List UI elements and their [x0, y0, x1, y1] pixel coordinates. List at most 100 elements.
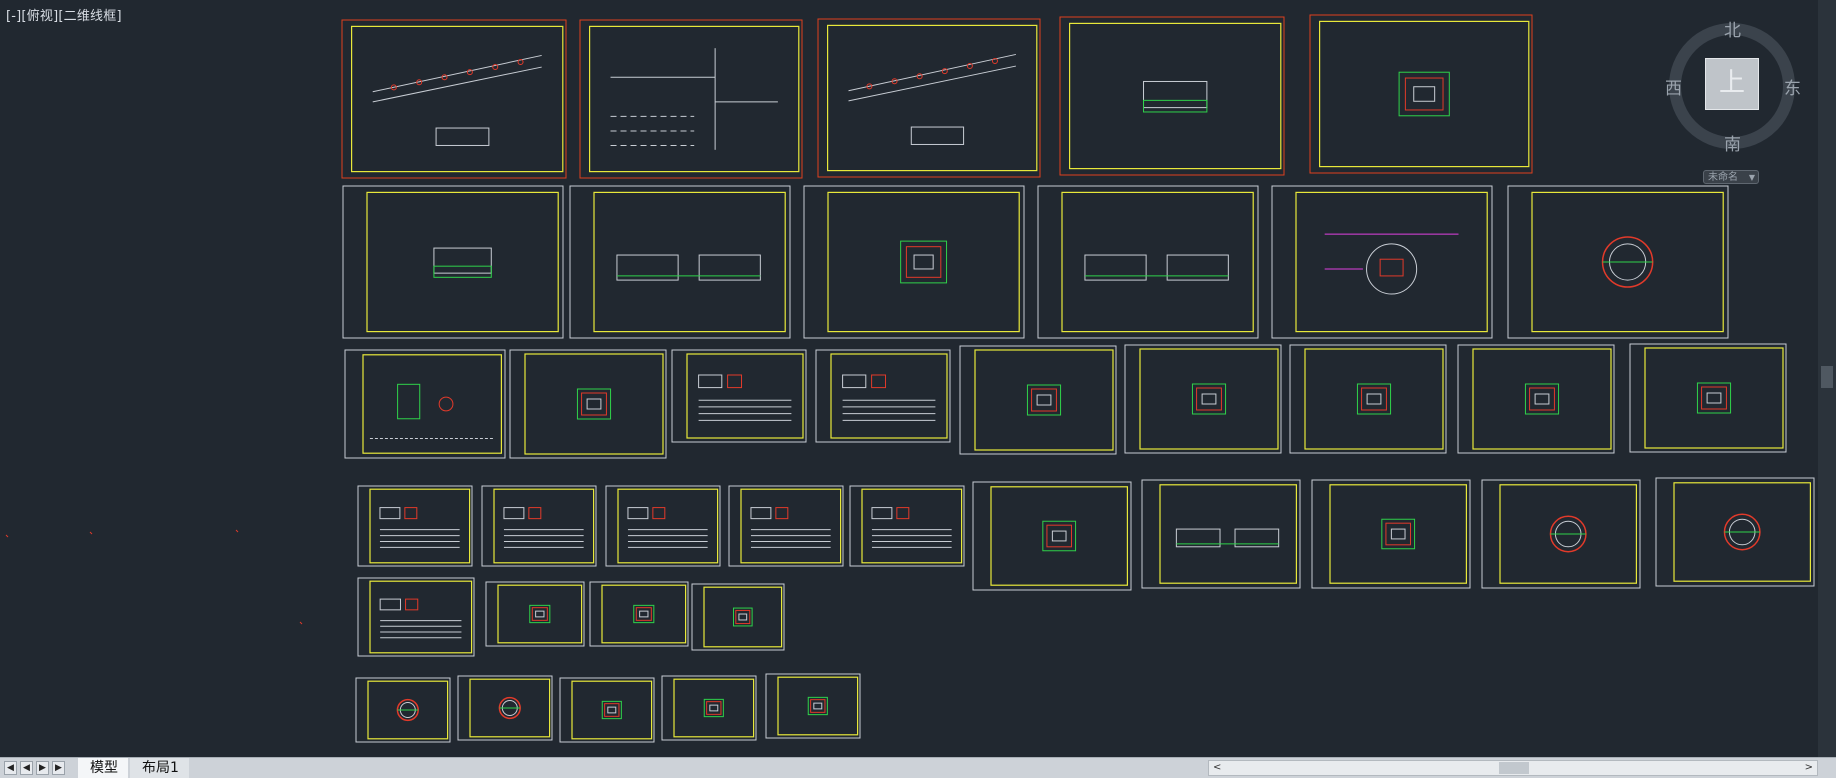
drawing-detail: [813, 702, 823, 710]
tab-model[interactable]: 模型: [78, 758, 128, 778]
drawing-detail: [709, 704, 719, 712]
viewcube-east-label[interactable]: 东: [1784, 74, 1801, 99]
sheet-outer-border: [341, 19, 567, 179]
viewcube-south-label[interactable]: 南: [1724, 130, 1741, 155]
viewcube-top-face[interactable]: 上: [1705, 58, 1759, 110]
drawing-detail: [503, 507, 525, 520]
drawing-detail: [871, 374, 887, 389]
tab-layout1[interactable]: 布局1: [130, 758, 189, 778]
sheet-inner-frame: [1061, 191, 1254, 333]
prev-tab-button[interactable]: ◀: [20, 761, 33, 775]
drawing-detail: [607, 706, 617, 714]
sheet-outer-border: [1059, 16, 1285, 176]
sheet-outer-border: [342, 185, 564, 339]
scroll-right-arrow-icon[interactable]: >: [1805, 761, 1813, 775]
sheet-inner-frame: [861, 488, 963, 564]
drawing-detail: [1413, 86, 1436, 102]
drawing-detail: [379, 598, 401, 611]
drawing-detail: [435, 127, 490, 146]
sheet-outer-border: [1457, 344, 1615, 454]
drawing-sheets-canvas[interactable]: [0, 0, 1818, 757]
drawing-detail: [652, 507, 666, 520]
sheet-outer-border: [579, 19, 803, 179]
sheet-outer-border: [817, 18, 1041, 178]
sheet-outer-border: [691, 583, 785, 651]
prev-arrow-icon: ◀: [23, 763, 30, 773]
drawing-detail: [639, 610, 649, 618]
sheet-inner-frame: [777, 676, 859, 736]
stray-mark: [299, 621, 303, 625]
sheet-inner-frame: [1295, 191, 1488, 333]
sheet-outer-border: [1271, 185, 1493, 339]
viewcube-west-label[interactable]: 西: [1665, 74, 1682, 99]
drawing-detail: [905, 246, 942, 278]
sheet-inner-frame: [1304, 348, 1444, 450]
drawing-detail: [1143, 80, 1208, 109]
drawing-detail: [1379, 258, 1404, 277]
sheet-inner-frame: [493, 488, 595, 564]
first-tab-button[interactable]: ◀: [4, 761, 17, 775]
sheet-inner-frame: [827, 191, 1020, 333]
drawing-detail: [404, 507, 418, 520]
drawing-detail: [1143, 99, 1208, 113]
drawing-detail: [871, 507, 893, 520]
sheet-inner-frame: [1159, 484, 1297, 584]
vertical-scrollbar[interactable]: [1818, 0, 1836, 757]
drawing-detail: [698, 374, 723, 389]
drawing-detail: [910, 126, 965, 145]
sheet-inner-frame: [1068, 22, 1282, 170]
sheet-inner-frame: [524, 353, 664, 455]
stray-mark: [89, 531, 93, 535]
drawing-detail: [433, 247, 492, 274]
last-tab-button[interactable]: ▶: [52, 761, 65, 775]
sheet-outer-border: [661, 675, 757, 741]
layout-tab-bar: ◀ ◀ ▶ ▶ 模型 布局1 < >: [0, 757, 1836, 778]
drawing-detail: [1701, 386, 1727, 410]
ucs-dropdown[interactable]: 未命名 ▼: [1703, 170, 1759, 184]
drawing-detail: [1051, 530, 1067, 542]
view-control-label[interactable]: [-][俯视][二维线框]: [6, 5, 122, 24]
drawing-detail: [1706, 392, 1722, 404]
drawing-line: [372, 66, 542, 103]
sheet-outer-border: [1289, 344, 1447, 454]
sheet-inner-frame: [369, 580, 473, 654]
sheet-inner-frame: [497, 584, 583, 644]
sheet-inner-frame: [1139, 348, 1279, 450]
drawing-detail: [438, 396, 454, 412]
sheet-outer-border: [485, 581, 585, 647]
model-space-viewport[interactable]: [-][俯视][二维线框] 北 南 西 东 上 未命名 ▼: [0, 0, 1818, 757]
drawing-detail: [1046, 524, 1072, 548]
sheet-outer-border: [1037, 185, 1259, 339]
drawing-detail: [738, 613, 748, 621]
sheet-outer-border: [559, 677, 655, 743]
sheet-inner-frame: [974, 349, 1114, 451]
drawing-detail: [581, 392, 607, 416]
next-tab-button[interactable]: ▶: [36, 761, 49, 775]
sheet-inner-frame: [1318, 20, 1530, 168]
viewcube-north-label[interactable]: 北: [1724, 16, 1741, 41]
drawing-detail: [842, 374, 867, 389]
drawing-detail: [627, 507, 649, 520]
drawing-detail: [735, 609, 751, 625]
drawing-detail: [1366, 243, 1418, 295]
sheet-outer-border: [728, 485, 844, 567]
sheet-outer-border: [481, 485, 597, 567]
sheet-outer-border: [671, 349, 807, 443]
drawing-detail: [750, 507, 772, 520]
last-arrow-icon: ▶: [55, 763, 62, 773]
scroll-left-arrow-icon[interactable]: <: [1213, 761, 1221, 775]
drawing-detail: [586, 398, 602, 410]
drawing-detail: [1529, 387, 1555, 411]
drawing-detail: [706, 701, 722, 715]
sheet-outer-border: [815, 349, 951, 443]
drawing-detail: [635, 607, 652, 621]
sheet-inner-frame: [686, 353, 804, 439]
horizontal-scrollbar-thumb[interactable]: [1499, 762, 1529, 774]
sheet-outer-border: [959, 345, 1117, 455]
ucs-name: 未命名: [1708, 172, 1738, 183]
horizontal-scrollbar[interactable]: < >: [1208, 760, 1818, 776]
sheet-inner-frame: [1644, 347, 1784, 449]
drawing-line: [848, 53, 1016, 92]
vertical-scrollbar-thumb[interactable]: [1821, 366, 1833, 388]
drawing-detail: [896, 507, 910, 520]
